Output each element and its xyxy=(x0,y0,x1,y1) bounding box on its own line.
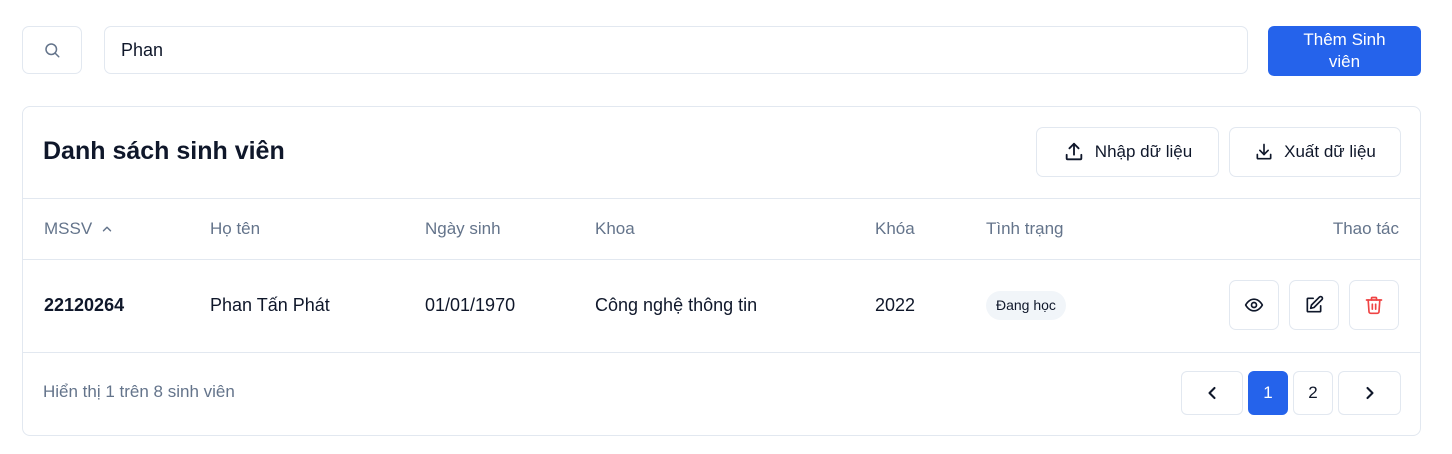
search-input[interactable] xyxy=(104,26,1248,74)
delete-button[interactable] xyxy=(1349,280,1399,330)
add-student-label-line1: Thêm Sinh xyxy=(1303,30,1386,49)
view-button[interactable] xyxy=(1229,280,1279,330)
page-button-2[interactable]: 2 xyxy=(1293,371,1333,415)
page-button-1[interactable]: 1 xyxy=(1248,371,1288,415)
table-row: 22120264 Phan Tấn Phát 01/01/1970 Công n… xyxy=(23,260,1420,351)
chevron-up-icon xyxy=(102,226,112,232)
export-label: Xuất dữ liệu xyxy=(1284,142,1376,161)
export-button[interactable]: Xuất dữ liệu xyxy=(1229,127,1401,177)
cell-mssv: 22120264 xyxy=(44,295,125,315)
col-header-name: Họ tên xyxy=(210,219,261,238)
search-button[interactable] xyxy=(22,26,82,74)
eye-icon xyxy=(1244,298,1264,312)
download-icon xyxy=(1256,143,1272,160)
cell-cohort: 2022 xyxy=(875,295,916,315)
edit-icon xyxy=(1306,295,1324,313)
status-badge: Đang học xyxy=(986,291,1066,320)
col-header-actions: Thao tác xyxy=(1332,219,1399,238)
table-header: MSSV Họ tên Ngày sinh Khoa Khóa Tình trạ… xyxy=(23,199,1420,260)
chevron-right-icon xyxy=(1365,386,1374,400)
col-header-dob: Ngày sinh xyxy=(425,219,501,238)
add-student-button[interactable]: Thêm Sinh viên xyxy=(1268,26,1421,76)
cell-name: Phan Tấn Phát xyxy=(210,295,330,315)
chevron-left-icon xyxy=(1208,386,1216,400)
add-student-label-line2: viên xyxy=(1328,52,1361,71)
upload-icon xyxy=(1065,142,1083,161)
page-title: Danh sách sinh viên xyxy=(43,137,285,165)
trash-icon xyxy=(1365,296,1383,315)
col-header-status: Tình trạng xyxy=(986,219,1064,238)
next-page-button[interactable] xyxy=(1338,371,1401,415)
search-icon xyxy=(45,43,60,58)
edit-button[interactable] xyxy=(1289,280,1339,330)
cell-dob: 01/01/1970 xyxy=(425,295,516,315)
prev-page-button[interactable] xyxy=(1181,371,1243,415)
import-button[interactable]: Nhập dữ liệu xyxy=(1036,127,1219,177)
col-header-mssv[interactable]: MSSV xyxy=(44,219,114,239)
student-table: MSSV Họ tên Ngày sinh Khoa Khóa Tình trạ… xyxy=(23,198,1420,353)
results-summary: Hiển thị 1 trên 8 sinh viên xyxy=(43,382,235,401)
import-label: Nhập dữ liệu xyxy=(1094,142,1193,161)
col-header-faculty: Khoa xyxy=(595,219,635,238)
cell-faculty: Công nghệ thông tin xyxy=(595,295,758,315)
col-header-cohort: Khóa xyxy=(875,219,915,238)
student-list-card: Danh sách sinh viên Nhập dữ liệu Xuất dữ… xyxy=(22,106,1421,436)
col-header-mssv-label: MSSV xyxy=(44,219,93,238)
